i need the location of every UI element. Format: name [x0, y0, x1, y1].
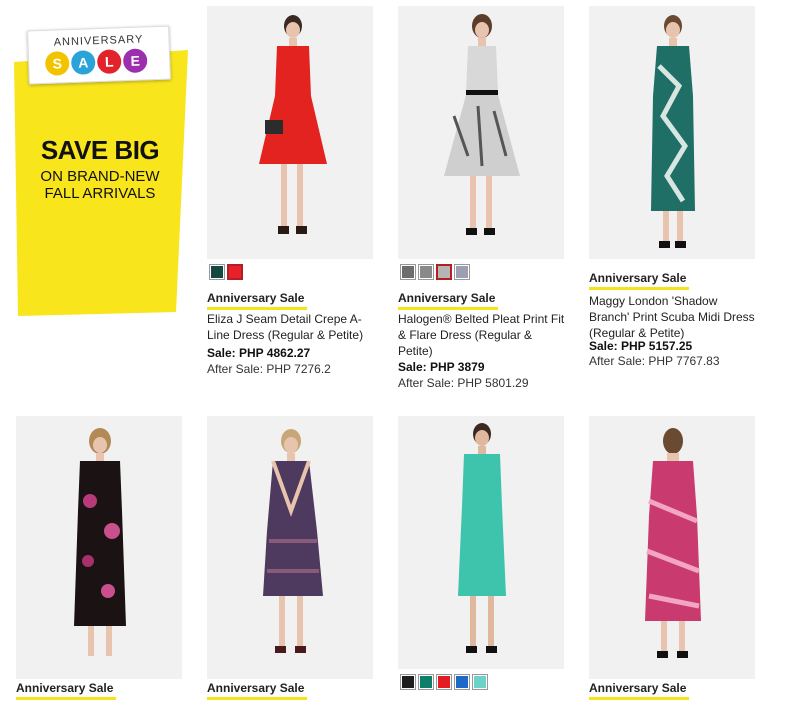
swatch[interactable]: [209, 264, 225, 280]
swatch[interactable]: [472, 674, 488, 690]
after-sale-price: After Sale: PHP 7276.2: [207, 362, 331, 376]
promo-sub-line-2: FALL ARRIVALS: [44, 185, 156, 202]
swatch[interactable]: [418, 674, 434, 690]
swatch-color: [211, 266, 223, 278]
promo-headline: SAVE BIG: [40, 135, 160, 165]
product-name-line: Maggy London 'Shadow: [589, 294, 718, 308]
swatch-color: [402, 676, 414, 688]
product-image-red-dress[interactable]: [207, 6, 373, 259]
sale-price: Sale: PHP 5157.25: [589, 339, 693, 353]
promo-banner[interactable]: ANNIVERSARY S A L E SAVE BIG ON BRAND-NE…: [0, 0, 200, 330]
swatch-color: [456, 266, 468, 278]
product-image-pink-print-dress[interactable]: [589, 416, 755, 679]
product-image-print-dress[interactable]: [398, 6, 564, 259]
product-name[interactable]: Eliza J Seam Detail Crepe A- Line Dress …: [207, 311, 377, 343]
product-image-turquoise-dress[interactable]: [398, 416, 564, 669]
swatch-color: [474, 676, 486, 688]
anniversary-sale-badge: Anniversary Sale: [398, 291, 498, 310]
color-swatches: [400, 264, 470, 280]
product-image-wrap-print-dress[interactable]: [207, 416, 373, 679]
swatch[interactable]: [400, 264, 416, 280]
swatch[interactable]: [454, 674, 470, 690]
logo-letter-e: E: [122, 48, 148, 74]
product-name-line: Petite): [398, 344, 433, 358]
sale-price: Sale: PHP 4862.27: [207, 346, 311, 360]
swatch-color: [456, 676, 468, 688]
logo-letter-l: L: [96, 49, 122, 75]
product-name[interactable]: Maggy London 'Shadow Branch' Print Scuba…: [589, 293, 759, 341]
swatch-selected[interactable]: [436, 264, 452, 280]
color-swatches: [400, 674, 488, 690]
swatch[interactable]: [400, 674, 416, 690]
anniversary-sale-badge: Anniversary Sale: [589, 681, 689, 700]
product-name-line: & Flare Dress (Regular &: [398, 328, 533, 342]
product-name-line: Halogen® Belted Pleat Print Fit: [398, 312, 565, 326]
swatch-color: [420, 676, 432, 688]
promo-sub-line-1: ON BRAND-NEW: [40, 168, 160, 185]
swatch-color: [229, 266, 241, 278]
after-sale-price: After Sale: PHP 7767.83: [589, 354, 720, 368]
promo-subheadline: ON BRAND-NEW FALL ARRIVALS: [0, 168, 200, 202]
swatch-color: [438, 266, 450, 278]
swatch[interactable]: [454, 264, 470, 280]
logo-title: ANNIVERSARY: [53, 33, 144, 49]
product-image-teal-print-dress[interactable]: [589, 6, 755, 259]
swatch[interactable]: [418, 264, 434, 280]
product-name-line: Branch' Print Scuba Midi Dress: [589, 310, 755, 324]
anniversary-sale-badge: Anniversary Sale: [16, 681, 116, 700]
product-card[interactable]: [398, 416, 573, 702]
logo-letter-a: A: [70, 50, 96, 75]
product-card[interactable]: Anniversary Sale Halogen® Belted Pleat P…: [398, 6, 573, 390]
product-card[interactable]: Anniversary Sale Eliza J Seam Detail Cre…: [207, 6, 382, 376]
color-swatches: [209, 264, 243, 280]
product-card[interactable]: Anniversary Sale: [589, 416, 764, 702]
anniversary-sale-logo: ANNIVERSARY S A L E: [27, 25, 171, 85]
swatch-color: [402, 266, 414, 278]
product-card[interactable]: Anniversary Sale: [16, 416, 191, 702]
logo-letters: S A L E: [44, 48, 148, 76]
swatch-selected[interactable]: [227, 264, 243, 280]
product-name-line: Line Dress (Regular & Petite): [207, 328, 364, 342]
sale-price: Sale: PHP 3879: [398, 360, 485, 374]
anniversary-sale-badge: Anniversary Sale: [589, 271, 689, 290]
product-card[interactable]: Anniversary Sale: [207, 416, 382, 702]
anniversary-sale-badge: Anniversary Sale: [207, 681, 307, 700]
product-name[interactable]: Halogen® Belted Pleat Print Fit & Flare …: [398, 311, 568, 359]
swatch[interactable]: [436, 674, 452, 690]
swatch-color: [438, 676, 450, 688]
after-sale-price: After Sale: PHP 5801.29: [398, 376, 529, 390]
anniversary-sale-badge: Anniversary Sale: [207, 291, 307, 310]
product-image-black-floral-dress[interactable]: [16, 416, 182, 679]
product-name-line: Eliza J Seam Detail Crepe A-: [207, 312, 362, 326]
logo-letter-s: S: [44, 51, 70, 76]
swatch-color: [420, 266, 432, 278]
product-card[interactable]: Anniversary Sale Maggy London 'Shadow Br…: [589, 6, 764, 376]
